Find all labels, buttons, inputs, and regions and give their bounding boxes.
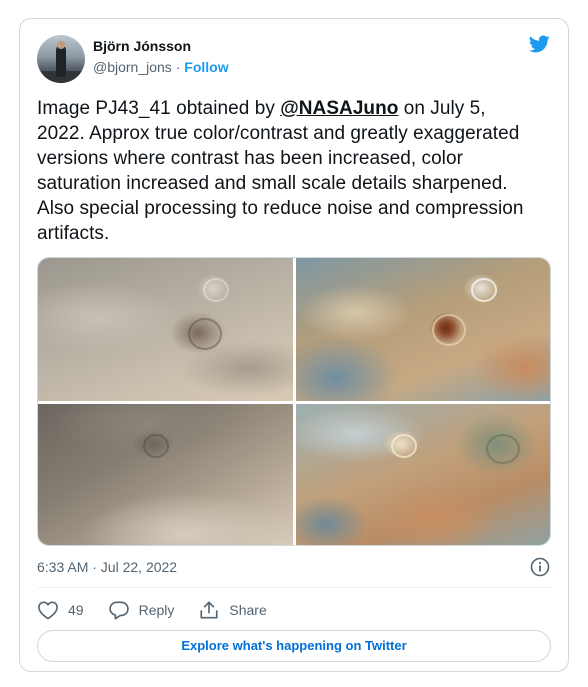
reply-button[interactable]: Reply (108, 600, 175, 620)
share-label: Share (229, 602, 267, 618)
jupiter-image-enhanced-2[interactable] (296, 404, 550, 545)
share-button[interactable]: Share (198, 600, 267, 620)
tweet-text-before: Image PJ43_41 obtained by (37, 98, 281, 119)
twitter-bird-icon[interactable] (527, 33, 551, 55)
avatar-head (57, 41, 65, 49)
jupiter-image-approx-true-color-1[interactable] (38, 258, 293, 401)
divider (37, 587, 551, 588)
action-bar: 49 Reply Share (37, 599, 291, 621)
mention-link[interactable]: @NASAJuno (280, 98, 398, 119)
share-icon (200, 601, 218, 619)
storm-swirl (188, 318, 222, 350)
tweet-timestamp[interactable]: 6:33 AM · Jul 22, 2022 (37, 559, 177, 575)
storm-swirl (486, 434, 520, 464)
avatar-figure (56, 45, 66, 77)
jupiter-image-enhanced-1[interactable] (296, 258, 550, 401)
storm-swirl (471, 278, 497, 302)
storm-swirl (391, 434, 417, 458)
explore-twitter-button[interactable]: Explore what's happening on Twitter (37, 630, 551, 662)
storm-swirl (203, 278, 229, 302)
storm-swirl (143, 434, 169, 458)
jupiter-image-approx-true-color-2[interactable] (38, 404, 293, 545)
storm-swirl (432, 314, 466, 346)
avatar[interactable] (37, 35, 85, 83)
tweet-text: Image PJ43_41 obtained by @NASAJuno on J… (37, 96, 537, 246)
tweet-card: Björn Jónsson @bjorn_jons · Follow Image… (19, 18, 569, 672)
like-count: 49 (68, 602, 84, 618)
author-handle[interactable]: @bjorn_jons (93, 59, 172, 75)
like-button[interactable]: 49 (37, 600, 84, 620)
follow-button[interactable]: Follow (184, 59, 228, 75)
media-grid (37, 257, 551, 546)
tweet-text-after: on July 5, 2022. Approx true color/contr… (37, 98, 524, 244)
info-icon[interactable] (530, 557, 550, 577)
separator-dot: · (175, 59, 181, 75)
author-handle-row: @bjorn_jons · Follow (93, 59, 229, 75)
author-name[interactable]: Björn Jónsson (93, 38, 191, 54)
heart-icon (38, 601, 58, 620)
reply-label: Reply (138, 602, 175, 618)
reply-icon (108, 601, 129, 620)
